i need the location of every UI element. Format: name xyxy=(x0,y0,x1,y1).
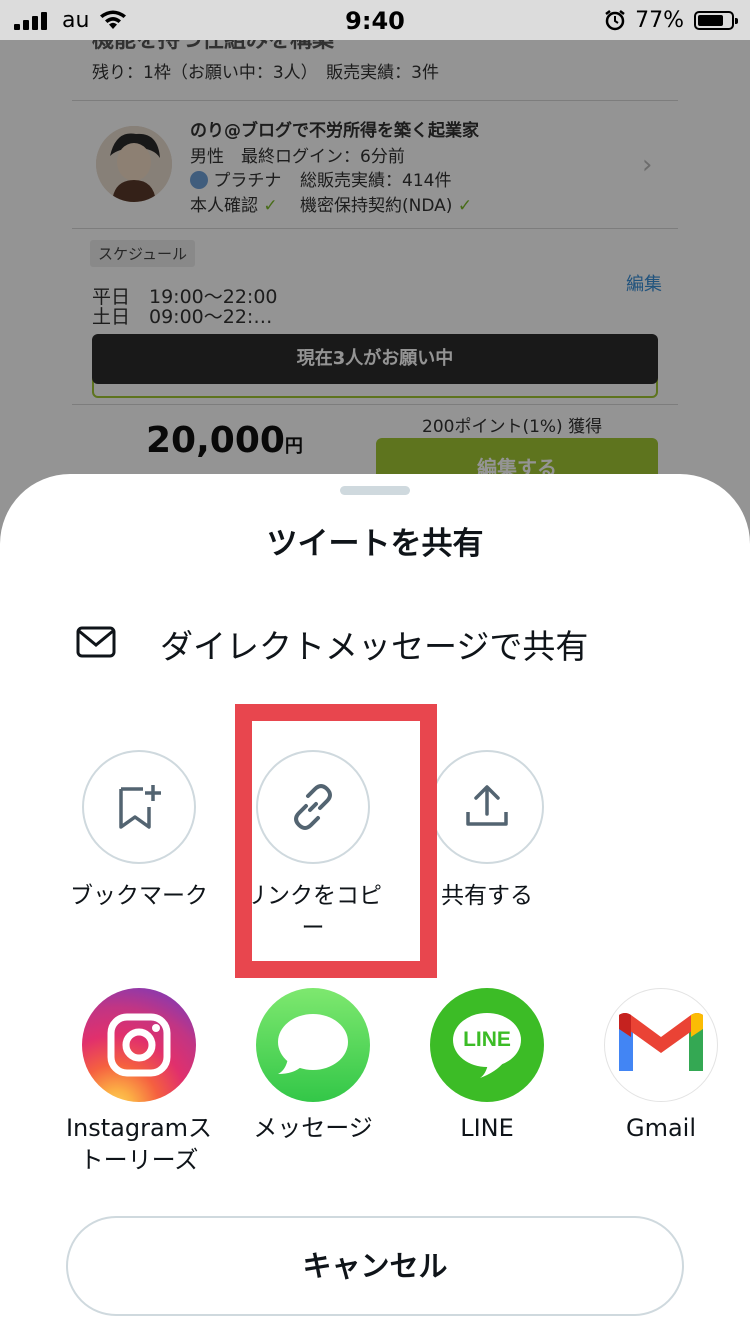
gmail-label: Gmail xyxy=(625,1114,697,1142)
messages-button[interactable]: メッセージ xyxy=(228,988,398,1144)
line-label: LINE xyxy=(460,1114,514,1142)
share-sheet: ツイートを共有 ダイレクトメッセージで共有 ブックマーク リンクをコピー 共有す… xyxy=(0,474,750,1334)
bookmark-circle xyxy=(82,750,196,864)
share-circle xyxy=(430,750,544,864)
highlight-annotation-box xyxy=(235,704,437,978)
bookmark-plus-icon xyxy=(119,785,161,829)
bookmark-button[interactable]: ブックマーク xyxy=(54,750,224,912)
line-icon: LINE xyxy=(430,988,544,1102)
share-via-dm-button[interactable]: ダイレクトメッセージで共有 xyxy=(60,614,690,670)
gmail-icon xyxy=(604,988,718,1102)
sheet-title: ツイートを共有 xyxy=(266,526,484,562)
gmail-button[interactable]: Gmail xyxy=(576,988,746,1144)
battery-icon xyxy=(694,11,738,30)
alarm-icon xyxy=(605,10,625,31)
status-bar: au 9:40 77% xyxy=(0,0,750,40)
cancel-button[interactable]: キャンセル xyxy=(66,1216,684,1316)
dm-label: ダイレクトメッセージで共有 xyxy=(160,627,589,666)
messages-icon xyxy=(256,988,370,1102)
battery-percent: 77% xyxy=(635,8,684,33)
share-upload-icon xyxy=(466,785,508,826)
line-button[interactable]: LINE LINE xyxy=(402,988,572,1144)
messages-label: メッセージ xyxy=(253,1114,373,1142)
sheet-grabber[interactable] xyxy=(340,486,410,495)
line-badge-text: LINE xyxy=(463,1028,511,1051)
battery-fill xyxy=(698,15,723,26)
instagram-icon xyxy=(82,988,196,1102)
bookmark-label: ブックマーク xyxy=(70,883,208,909)
mail-icon xyxy=(76,626,116,658)
instagram-label: Instagramストーリーズ xyxy=(65,1114,213,1174)
instagram-stories-button[interactable]: Instagramストーリーズ xyxy=(54,988,224,1176)
